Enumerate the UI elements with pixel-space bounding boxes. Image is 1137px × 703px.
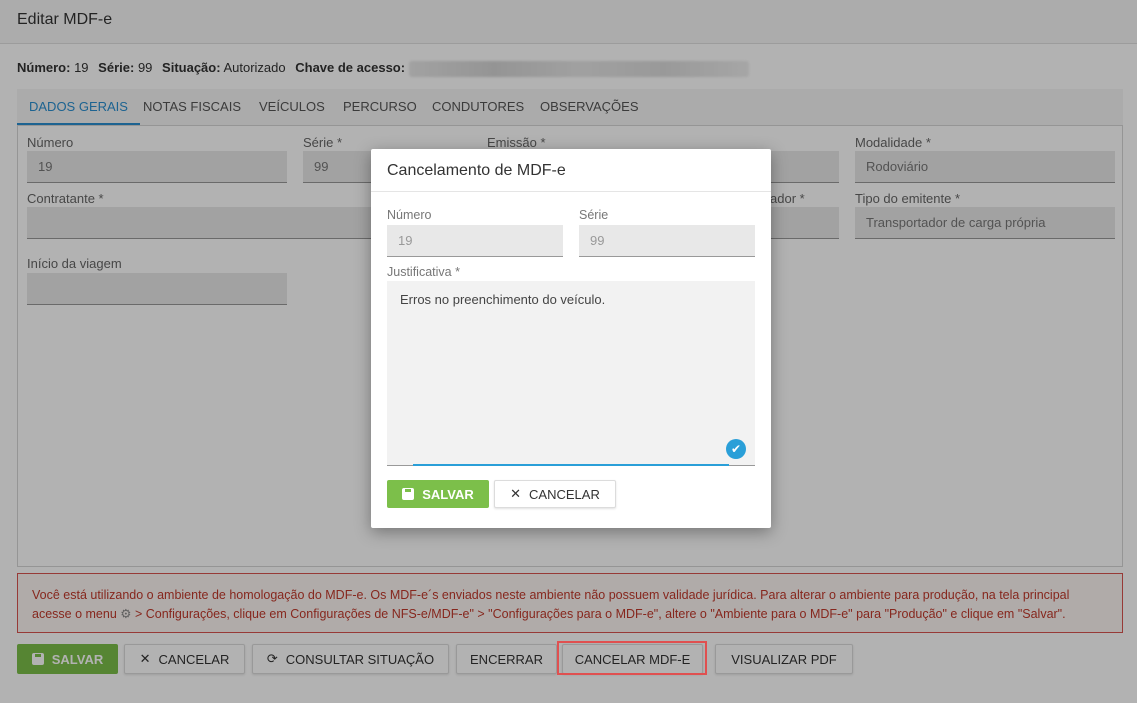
modal-cancelar-button[interactable]: ✕ CANCELAR	[494, 480, 616, 508]
close-icon: ✕	[510, 486, 522, 501]
modal-numero-label: Número	[387, 208, 432, 222]
floppy-icon	[402, 488, 415, 500]
cancelar-mdfe-highlight	[557, 641, 707, 675]
modal-serie-label: Série	[579, 208, 609, 222]
dialog-header: Cancelamento de MDF-e	[371, 149, 771, 192]
modal-serie-field[interactable]: 99	[579, 225, 755, 257]
check-icon: ✔	[726, 439, 746, 459]
textarea-focus-line	[413, 464, 729, 466]
modal-salvar-button[interactable]: SALVAR	[387, 480, 489, 508]
cancel-mdfe-dialog: Cancelamento de MDF-e Número 19 Série 99…	[371, 149, 771, 528]
justificativa-label: Justificativa *	[387, 265, 460, 279]
modal-salvar-label: SALVAR	[422, 486, 474, 502]
modal-numero-field[interactable]: 19	[387, 225, 563, 257]
dialog-title: Cancelamento de MDF-e	[387, 162, 566, 179]
modal-cancelar-label: CANCELAR	[529, 486, 600, 502]
justificativa-textarea[interactable]: Erros no preenchimento do veículo.	[387, 281, 755, 466]
